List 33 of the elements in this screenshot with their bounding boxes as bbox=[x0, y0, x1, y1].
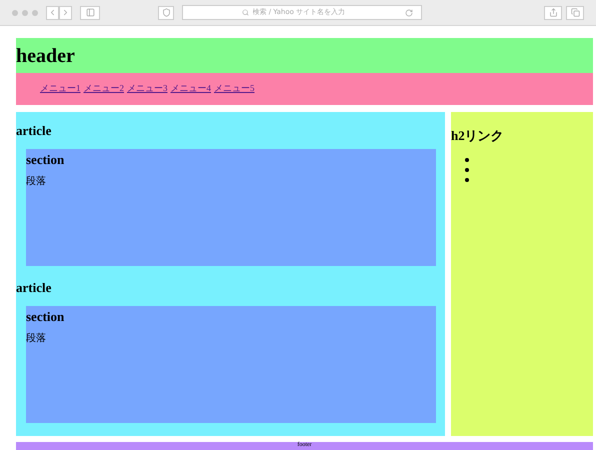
bullet-icon bbox=[465, 168, 469, 172]
tabs-icon bbox=[570, 8, 580, 17]
menu-link[interactable]: メニュー1 bbox=[40, 82, 80, 96]
tabs-button[interactable] bbox=[566, 6, 584, 20]
menu-link[interactable]: メニュー3 bbox=[127, 82, 168, 96]
forward-button[interactable] bbox=[59, 6, 72, 20]
share-icon bbox=[548, 8, 558, 17]
paragraph: 段落 bbox=[26, 176, 47, 188]
paragraph: 段落 bbox=[26, 333, 47, 345]
sidebar-icon bbox=[86, 8, 94, 17]
reload-icon[interactable] bbox=[405, 8, 413, 16]
menu-link[interactable]: メニュー4 bbox=[170, 82, 211, 96]
article-title: article bbox=[16, 280, 52, 296]
section-title: section bbox=[26, 309, 66, 325]
shield-button[interactable] bbox=[158, 6, 174, 20]
share-button[interactable] bbox=[544, 6, 562, 20]
close-icon[interactable] bbox=[12, 10, 18, 16]
chevron-left-icon bbox=[48, 8, 57, 17]
maximize-icon[interactable] bbox=[32, 10, 38, 16]
article-title: article bbox=[16, 123, 52, 139]
chevron-right-icon bbox=[61, 8, 70, 17]
back-button[interactable] bbox=[46, 6, 59, 20]
bullet-icon bbox=[465, 178, 469, 182]
menu-link[interactable]: メニュー5 bbox=[214, 82, 254, 96]
shield-icon bbox=[162, 8, 170, 17]
search-icon bbox=[242, 9, 248, 16]
sidebar-button[interactable] bbox=[80, 6, 100, 20]
menu-link[interactable]: メニュー2 bbox=[84, 82, 124, 96]
aside-title: h2リンク bbox=[451, 127, 505, 145]
bullet-icon bbox=[465, 158, 469, 162]
section-title: section bbox=[26, 152, 66, 168]
header-title: header bbox=[16, 44, 75, 68]
minimize-icon[interactable] bbox=[22, 10, 28, 16]
